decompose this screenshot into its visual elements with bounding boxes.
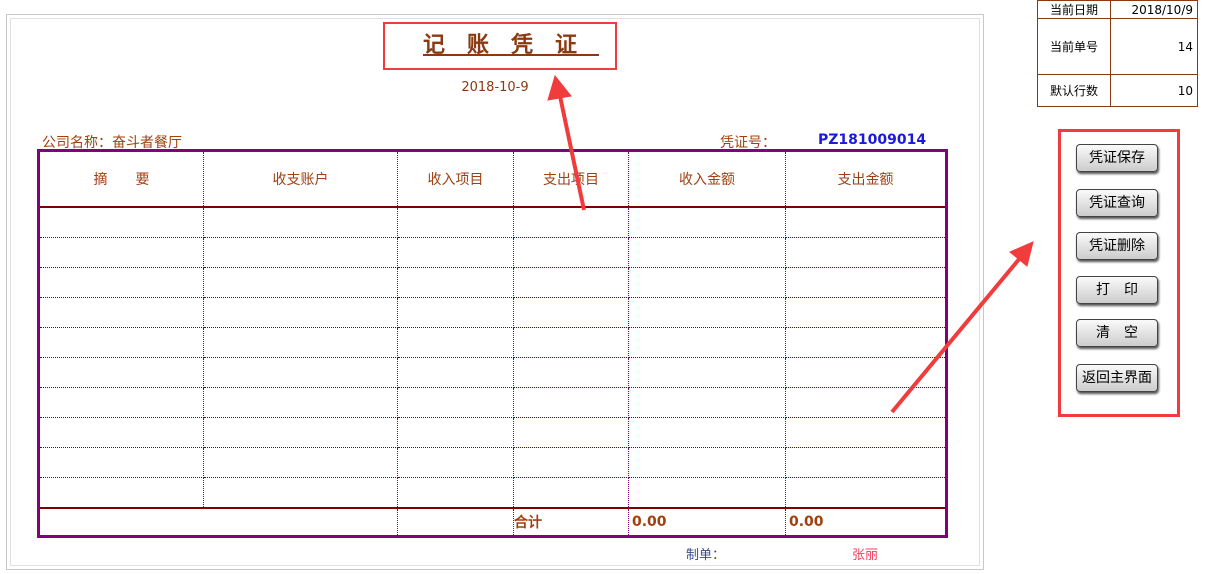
arrow-to-title xyxy=(558,95,586,211)
arrow-to-buttons xyxy=(890,256,1022,414)
annotation-arrows xyxy=(547,74,1034,414)
arrow-head-title xyxy=(547,74,572,101)
arrow-head-buttons xyxy=(1009,241,1034,267)
